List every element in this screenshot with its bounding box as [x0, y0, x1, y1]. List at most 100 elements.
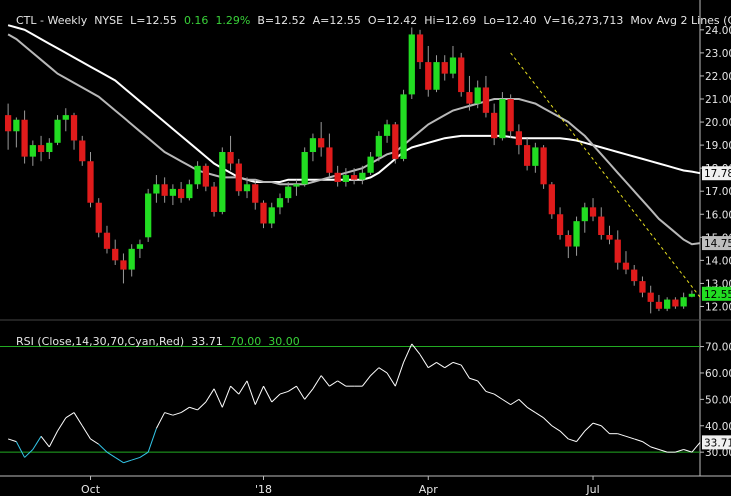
rsi-segment	[386, 372, 396, 387]
low: Lo=12.40	[483, 14, 537, 27]
candle-down	[103, 232, 111, 249]
rsi-segment	[197, 401, 207, 411]
rsi-segment	[114, 457, 124, 464]
interval: Weekly	[47, 14, 88, 27]
rsi-header: RSI (Close,14,30,70,Cyan,Red) 33.71 70.0…	[2, 322, 300, 361]
rsi-segment	[634, 438, 643, 443]
candle-up	[383, 124, 391, 136]
high: Hi=12.69	[424, 14, 477, 27]
rsi-segment	[106, 451, 116, 458]
rsi-segment	[551, 425, 561, 432]
candle-down	[441, 62, 448, 74]
rsi-segment	[189, 406, 198, 411]
candle-down	[639, 281, 646, 293]
chart-window: 12.0013.0014.0015.0016.0017.0018.0019.00…	[0, 0, 731, 496]
last-price: L=12.55	[130, 14, 177, 27]
rsi-segment	[65, 412, 75, 419]
time-tick-label: '18	[255, 483, 272, 496]
candle-up	[342, 175, 350, 182]
candle-down	[458, 57, 465, 93]
rsi-segment	[510, 398, 520, 406]
candle-down	[227, 152, 234, 164]
candle-down	[350, 175, 358, 180]
rsi-segment	[131, 456, 141, 461]
candle-down	[565, 235, 572, 247]
candle-down	[202, 165, 209, 187]
rsi-segment	[419, 354, 429, 368]
rsi-segment	[535, 412, 544, 419]
candle-down	[210, 186, 218, 212]
candle-up	[359, 172, 366, 180]
rsi-segment	[543, 417, 553, 427]
candle-up	[581, 207, 588, 222]
candle-up	[62, 115, 69, 120]
candle-up	[243, 184, 251, 192]
rsi-segment	[81, 425, 91, 440]
candle-up	[532, 147, 539, 166]
candle-down	[260, 202, 267, 224]
chart-canvas[interactable]: 12.0013.0014.0015.0016.0017.0018.0019.00…	[0, 0, 731, 496]
candle-up	[169, 188, 177, 196]
rsi-segment	[164, 412, 174, 416]
candle-up	[46, 142, 53, 153]
candle-up	[276, 198, 284, 208]
candle-up	[194, 165, 201, 185]
candle-up	[293, 184, 300, 187]
price-tick-label: 23.00	[705, 48, 731, 60]
candle-down	[392, 124, 399, 159]
rsi-segment	[518, 398, 528, 408]
candle-up	[573, 221, 580, 247]
candle-down	[334, 172, 341, 182]
rsi-upper: 70.00	[229, 335, 262, 348]
candle-up	[449, 57, 457, 74]
candle-down	[556, 214, 564, 236]
candle-down	[235, 163, 242, 192]
candle-down	[326, 147, 333, 173]
price-tick-label: 22.00	[705, 71, 731, 83]
ma20-line	[7, 33, 701, 246]
rsi-segment	[287, 385, 297, 392]
candle-up	[375, 135, 382, 157]
candle-up	[54, 119, 61, 143]
rsi-segment	[485, 390, 495, 395]
rsi-segment	[24, 449, 34, 458]
candle-down	[523, 145, 531, 166]
rsi-segment	[617, 433, 627, 437]
candle-down	[425, 62, 432, 90]
rsi-segment	[213, 388, 223, 408]
rsi-lower: 30.00	[268, 335, 300, 348]
rsi-segment	[642, 441, 651, 448]
candle-up	[367, 156, 374, 173]
candle-up	[301, 152, 308, 185]
rsi-segment	[147, 428, 157, 453]
rsi-segment	[411, 343, 421, 355]
candle-down	[120, 260, 127, 270]
rsi-segment	[691, 442, 701, 453]
rsi-segment	[469, 377, 478, 382]
candle-down	[79, 140, 86, 162]
rsi-segment	[600, 425, 610, 435]
ask: A=12.55	[312, 14, 361, 27]
study-label: Mov Avg 2 Lines (Close,20,40,0)	[630, 14, 731, 27]
candle-down	[482, 87, 490, 113]
candle-down	[95, 202, 102, 233]
rsi-segment	[460, 364, 470, 379]
candle-down	[589, 207, 597, 217]
candle-down	[112, 248, 119, 261]
price-tick-label: 21.00	[705, 94, 731, 106]
rsi-segment	[329, 380, 338, 387]
rsi-segment	[296, 385, 306, 400]
rsi-segment	[312, 375, 322, 390]
rsi-segment	[568, 438, 577, 443]
rsi-tick-label: 50.00	[705, 394, 731, 406]
rsi-segment	[155, 412, 166, 429]
rsi-segment	[172, 412, 182, 416]
rsi-label: RSI (Close,14,30,70,Cyan,Red)	[16, 335, 185, 348]
candle-up	[474, 87, 481, 104]
rsi-segment	[526, 406, 536, 413]
candle-up	[309, 138, 317, 153]
candle-down	[161, 184, 168, 196]
rsi-segment	[32, 436, 42, 450]
price-tick-label: 12.00	[705, 301, 731, 313]
rsi-segment	[48, 430, 58, 448]
